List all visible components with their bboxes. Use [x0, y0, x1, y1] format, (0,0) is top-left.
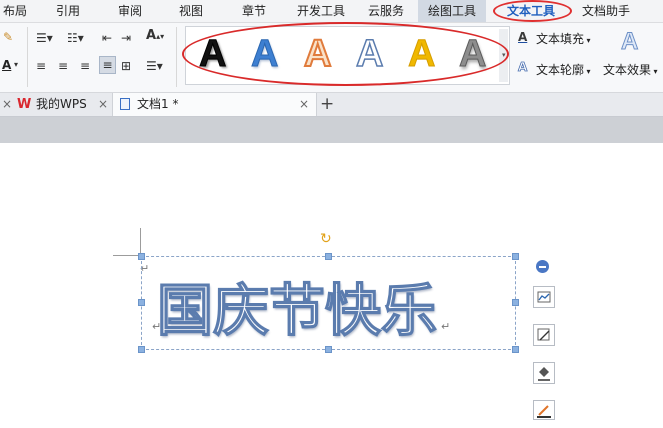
decrease-indent-icon[interactable]: ⇤: [102, 30, 112, 46]
distributed-icon[interactable]: ⊞: [121, 58, 131, 74]
font-color-dropdown-icon[interactable]: ▾: [14, 57, 18, 73]
edit-shape-button[interactable]: [533, 324, 555, 346]
document-tab-bar: × W 我的WPS × 文档1 * × +: [0, 93, 663, 117]
annotation-circle-tab: [493, 0, 572, 22]
resize-handle[interactable]: [325, 346, 332, 353]
margin-crop-mark: [140, 228, 141, 256]
line-spacing-icon[interactable]: ☰▾: [146, 58, 163, 74]
menu-bar: 布局 引用 审阅 视图 章节 开发工具 云服务 绘图工具 文本工具 文档助手: [0, 0, 663, 23]
resize-handle[interactable]: [512, 299, 519, 306]
resize-handle[interactable]: [512, 346, 519, 353]
increase-indent-icon[interactable]: ⇥: [121, 30, 131, 46]
ribbon-separator: [27, 27, 28, 87]
layout-options-button[interactable]: [533, 286, 555, 308]
tab-doc-assistant[interactable]: 文档助手: [579, 0, 633, 22]
tab-references[interactable]: 引用: [53, 0, 83, 22]
text-fill-icon[interactable]: A: [518, 29, 527, 45]
tab-close-icon[interactable]: ×: [98, 93, 108, 116]
text-fill-button[interactable]: 文本填充 ▾: [536, 30, 591, 47]
paragraph-mark: ↵: [152, 320, 162, 333]
ribbon: ✎ A ▾ ☰▾ ☷▾ ⇤ ⇥ A▴▾ ≡ ≡ ≡ ≡ ⊞ ☰▾ A A A A…: [0, 22, 663, 93]
tab-document1[interactable]: 文档1 * ×: [112, 93, 317, 116]
resize-handle[interactable]: [325, 253, 332, 260]
tab-cloud[interactable]: 云服务: [364, 0, 408, 22]
annotation-circle-gallery: [182, 22, 509, 86]
tab-layout[interactable]: 布局: [0, 0, 30, 22]
resize-handle[interactable]: [138, 299, 145, 306]
resize-handle[interactable]: [138, 346, 145, 353]
tab-view[interactable]: 视图: [176, 0, 206, 22]
align-center-icon[interactable]: ≡: [58, 58, 68, 74]
tab-close-icon[interactable]: ×: [299, 93, 309, 116]
text-effect-button[interactable]: 文本效果 ▾: [603, 61, 658, 78]
align-left-icon[interactable]: ≡: [36, 58, 46, 74]
font-color-icon[interactable]: A: [2, 57, 11, 73]
new-tab-button[interactable]: +: [320, 93, 334, 116]
tab-document1-label: 文档1 *: [137, 97, 179, 111]
numbered-list-icon[interactable]: ☷▾: [67, 30, 84, 46]
justify-icon[interactable]: ≡: [99, 56, 116, 74]
text-outline-icon[interactable]: A: [518, 59, 528, 75]
toolbar-strip: [0, 117, 663, 143]
bullet-list-icon[interactable]: ☰▾: [36, 30, 53, 46]
font-size-icon[interactable]: A▴▾: [146, 28, 164, 45]
text-outline-button[interactable]: 文本轮廓 ▾: [536, 61, 591, 78]
tab-close-icon[interactable]: ×: [2, 93, 12, 116]
collapse-icon[interactable]: [536, 260, 549, 273]
tab-drawing-tools[interactable]: 绘图工具: [418, 0, 486, 22]
format-painter-icon[interactable]: ✎: [3, 29, 13, 45]
paragraph-mark: ↵: [441, 320, 451, 333]
tab-developer[interactable]: 开发工具: [293, 0, 349, 22]
ribbon-separator: [176, 27, 177, 87]
document-icon: [120, 98, 130, 110]
align-right-icon[interactable]: ≡: [80, 58, 90, 74]
outline-button[interactable]: [533, 400, 555, 420]
rotate-handle-icon[interactable]: ↻: [320, 231, 332, 247]
tab-my-wps[interactable]: 我的WPS: [36, 93, 87, 116]
resize-handle[interactable]: [138, 253, 145, 260]
pen-outline-icon: [537, 405, 551, 418]
wordart-text[interactable]: 国庆节快乐: [156, 279, 437, 344]
text-effect-icon[interactable]: A: [620, 28, 638, 56]
edit-shape-icon: [537, 328, 550, 341]
tab-review[interactable]: 审阅: [115, 0, 145, 22]
wps-logo-icon: W: [17, 97, 32, 112]
margin-crop-mark: [113, 255, 141, 256]
resize-handle[interactable]: [512, 253, 519, 260]
fill-button[interactable]: [533, 362, 555, 384]
paint-bucket-icon: [538, 367, 550, 381]
tab-chapter[interactable]: 章节: [239, 0, 269, 22]
layout-options-icon: [537, 291, 551, 303]
